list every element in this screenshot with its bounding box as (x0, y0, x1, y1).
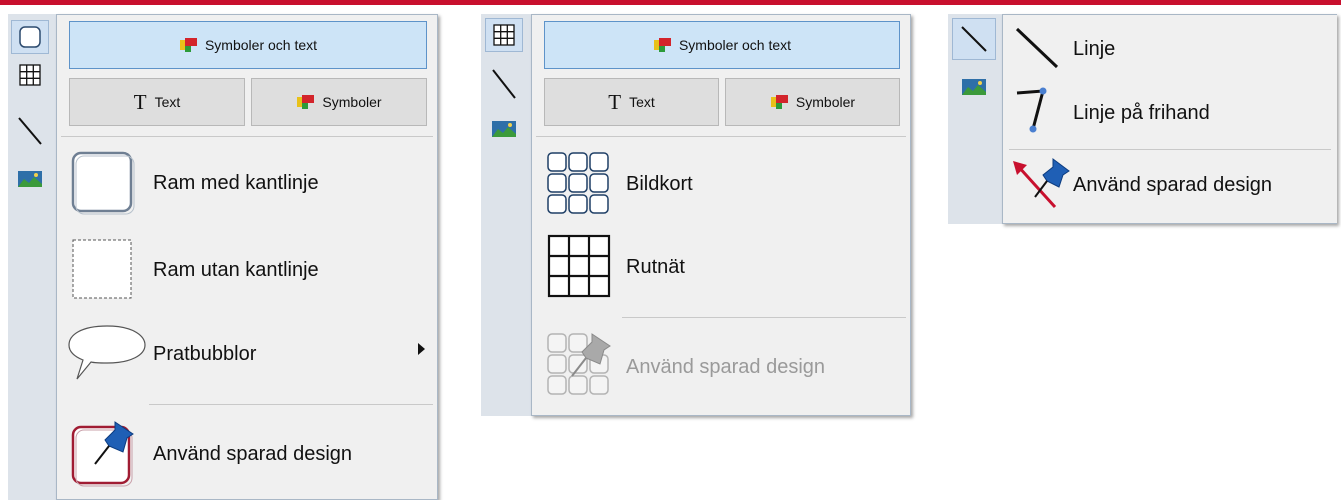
menu-item-picture-cards[interactable]: Bildkort (532, 145, 908, 223)
grid-icon (493, 24, 515, 46)
tool-strip (948, 14, 1002, 224)
symbols-color-icon (653, 38, 671, 52)
menu-item-speech-bubbles[interactable]: Pratbubblor (57, 317, 435, 392)
menu-item-label: Använd sparad design (626, 355, 826, 378)
picture-cards-icon (547, 152, 609, 214)
grid-tool-button[interactable] (11, 58, 49, 92)
line-tool-button[interactable] (11, 112, 49, 150)
menu-item-frame-without-border[interactable]: Ram utan kantlinje (57, 230, 435, 310)
symbols-color-icon (770, 95, 788, 109)
symbols-color-icon (179, 38, 197, 52)
text-t-icon: T (608, 89, 622, 114)
menu-item-label: Pratbubblor (153, 343, 257, 365)
menu-item-grid[interactable]: Rutnät (532, 231, 908, 303)
tool-strip (481, 14, 531, 416)
menu-item-label: Linje (1073, 37, 1116, 60)
frame-without-border-icon (72, 239, 132, 299)
grid-dropdown: Symboler och text T Text Symboler Bildko… (531, 14, 911, 416)
top-accent-bar (0, 0, 1341, 5)
line-tool-button[interactable] (952, 18, 996, 60)
text-button-label: Text (629, 94, 655, 110)
symbols-button-label: Symboler (322, 94, 382, 110)
panel-lines-menu: Linje Linje på frihand Använd sparad des… (948, 14, 1338, 224)
menu-item-freehand-line[interactable]: Linje på frihand (1003, 83, 1335, 143)
symbols-and-text-button[interactable]: Symboler och text (69, 21, 427, 69)
menu-item-label: Bildkort (626, 172, 693, 195)
frame-icon (19, 26, 41, 48)
speech-bubble-icon (68, 325, 146, 380)
saved-design-frame-icon (71, 421, 134, 487)
menu-item-line[interactable]: Linje (1003, 19, 1335, 79)
line-icon (492, 69, 516, 99)
text-t-icon: T (133, 89, 147, 114)
image-tool-button[interactable] (952, 72, 996, 102)
saved-design-cards-icon (547, 333, 611, 395)
frame-with-border-icon (71, 151, 135, 215)
text-button[interactable]: T Text (69, 78, 245, 126)
image-tool-button[interactable] (485, 114, 523, 144)
pushpin-icon (1034, 158, 1070, 198)
separator (622, 317, 906, 318)
symbols-button[interactable]: Symboler (251, 78, 427, 126)
line-icon (961, 26, 987, 52)
separator (1009, 149, 1331, 150)
symbols-and-text-label: Symboler och text (678, 37, 792, 53)
image-icon (962, 79, 986, 95)
grid-large-icon (547, 234, 611, 298)
menu-item-label: Använd sparad design (153, 442, 353, 465)
freehand-line-icon (1016, 87, 1047, 133)
image-tool-button[interactable] (11, 164, 49, 194)
symbols-color-icon (297, 95, 315, 109)
image-icon (492, 121, 516, 137)
panel-grid-menu: Symboler och text T Text Symboler Bildko… (481, 14, 911, 416)
menu-item-label: Ram utan kantlinje (153, 258, 319, 281)
tool-strip (8, 14, 56, 500)
grid-icon (19, 64, 41, 86)
frames-dropdown: Symboler och text T Text Symboler Ram me… (56, 14, 438, 500)
lines-dropdown: Linje Linje på frihand Använd sparad des… (1002, 14, 1337, 224)
frame-tool-button[interactable] (11, 20, 49, 54)
separator (149, 404, 433, 405)
text-button[interactable]: T Text (544, 78, 719, 126)
line-icon (18, 117, 42, 145)
image-icon (18, 171, 42, 187)
saved-design-line-icon (1013, 158, 1070, 209)
line-tool-button[interactable] (485, 64, 523, 104)
straight-line-icon (1015, 27, 1059, 69)
menu-item-frame-with-border[interactable]: Ram med kantlinje (57, 143, 435, 223)
symbols-and-text-button[interactable]: Symboler och text (544, 21, 900, 69)
menu-item-use-saved-design[interactable]: Använd sparad design (57, 413, 435, 495)
symbols-button-label: Symboler (795, 94, 856, 110)
grid-tool-button[interactable] (485, 18, 523, 52)
separator (61, 136, 433, 137)
symbols-and-text-label: Symboler och text (204, 37, 318, 53)
menu-item-label: Använd sparad design (1073, 173, 1273, 196)
submenu-arrow-icon (418, 343, 425, 355)
separator (536, 136, 906, 137)
menu-item-label: Rutnät (626, 255, 685, 278)
menu-item-label: Linje på frihand (1073, 101, 1210, 124)
text-button-label: Text (154, 94, 181, 110)
symbols-button[interactable]: Symboler (725, 78, 900, 126)
menu-item-use-saved-design-disabled: Använd sparad design (532, 327, 908, 407)
menu-item-label: Ram med kantlinje (153, 171, 319, 194)
panel-frames-menu: Symboler och text T Text Symboler Ram me… (8, 14, 438, 500)
menu-item-use-saved-design[interactable]: Använd sparad design (1003, 155, 1335, 215)
